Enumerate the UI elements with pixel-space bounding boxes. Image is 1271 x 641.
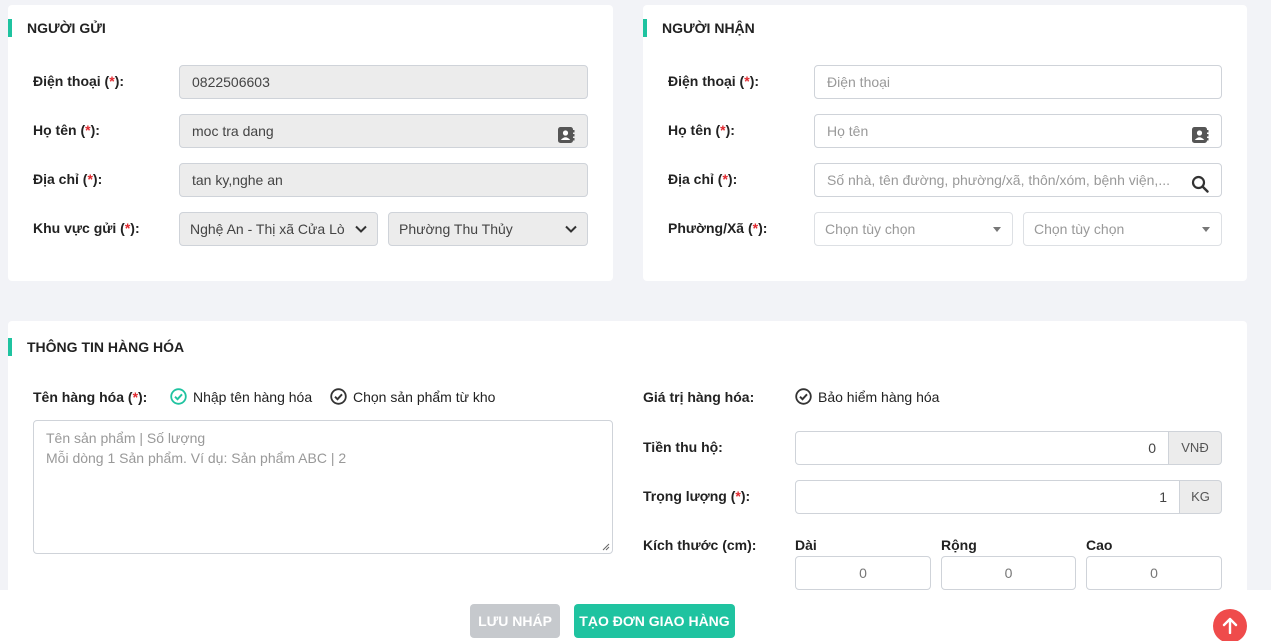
sender-phone-label: Điện thoại (*): — [33, 73, 125, 89]
goods-card: THÔNG TIN HÀNG HÓA Tên hàng hóa (*): Nhậ… — [8, 321, 1247, 611]
receiver-card: NGƯỜI NHẬN Điện thoại (*): Điện thoại Họ… — [643, 5, 1247, 281]
check-circle-icon — [795, 388, 812, 405]
receiver-ward-select[interactable]: Chọn tùy chọn — [1023, 212, 1222, 246]
receiver-district-select[interactable]: Chọn tùy chọn — [814, 212, 1013, 246]
cod-label: Tiền thu hộ: — [643, 439, 723, 455]
create-order-button[interactable]: TẠO ĐƠN GIAO HÀNG — [574, 604, 735, 638]
footer-bar: LƯU NHÁP TẠO ĐƠN GIAO HÀNG — [0, 590, 1271, 641]
receiver-name-label: Họ tên (*): — [668, 122, 735, 138]
option-from-stock[interactable]: Chọn sản phẩm từ kho — [330, 388, 495, 405]
goods-name-label: Tên hàng hóa (*): — [33, 389, 148, 405]
contact-book-icon[interactable] — [557, 123, 575, 147]
sender-phone-input[interactable]: 0822506603 — [179, 65, 588, 99]
sender-address-input[interactable]: tan ky,nghe an — [179, 163, 588, 197]
sender-region-label: Khu vực gửi (*): — [33, 220, 140, 236]
sender-card: NGƯỜI GỬI Điện thoại (*): 0822506603 Họ … — [8, 5, 613, 281]
goods-textarea[interactable]: Tên sản phẩm | Số lượng Mỗi dòng 1 Sản p… — [33, 420, 613, 554]
weight-input[interactable]: 1 — [795, 480, 1180, 514]
size-label: Kích thước (cm): — [643, 537, 757, 553]
option-insurance[interactable]: Bảo hiểm hàng hóa — [795, 388, 939, 405]
receiver-title: NGƯỜI NHẬN — [643, 19, 755, 37]
textarea-placeholder-line2: Mỗi dòng 1 Sản phẩm. Ví dụ: Sản phẩm ABC… — [46, 450, 347, 466]
sender-title: NGƯỜI GỬI — [8, 19, 106, 37]
receiver-name-input[interactable]: Họ tên — [814, 114, 1222, 148]
sender-name-input[interactable]: moc tra dang — [179, 114, 588, 148]
check-circle-icon — [170, 388, 187, 405]
height-label: Cao — [1086, 537, 1113, 553]
chevron-down-icon — [355, 225, 367, 233]
resize-grip-icon[interactable] — [601, 542, 610, 551]
save-draft-button[interactable]: LƯU NHÁP — [470, 604, 560, 638]
contact-book-icon[interactable] — [1191, 123, 1209, 147]
length-input[interactable]: 0 — [795, 556, 931, 590]
search-icon[interactable] — [1191, 172, 1209, 196]
width-input[interactable]: 0 — [941, 556, 1076, 590]
goods-value-label: Giá trị hàng hóa: — [643, 389, 755, 405]
textarea-placeholder-line1: Tên sản phẩm | Số lượng — [46, 430, 206, 446]
scroll-to-top-button[interactable] — [1213, 609, 1247, 641]
weight-unit: KG — [1180, 480, 1222, 514]
caret-down-icon — [993, 227, 1001, 232]
arrow-up-icon — [1222, 617, 1238, 634]
length-label: Dài — [795, 537, 817, 553]
chevron-down-icon — [565, 225, 577, 233]
sender-province-select[interactable]: Nghệ An - Thị xã Cửa Lò — [179, 212, 378, 246]
receiver-address-label: Địa chỉ (*): — [668, 171, 738, 187]
height-input[interactable]: 0 — [1086, 556, 1222, 590]
width-label: Rộng — [941, 537, 977, 553]
receiver-ward-label: Phường/Xã (*): — [668, 220, 768, 236]
cod-unit: VNĐ — [1169, 431, 1222, 465]
option-manual-name[interactable]: Nhập tên hàng hóa — [170, 388, 312, 405]
sender-address-label: Địa chỉ (*): — [33, 171, 103, 187]
receiver-phone-label: Điện thoại (*): — [668, 73, 760, 89]
receiver-address-input[interactable]: Số nhà, tên đường, phường/xã, thôn/xóm, … — [814, 163, 1222, 197]
sender-ward-select[interactable]: Phường Thu Thủy — [388, 212, 588, 246]
check-circle-icon — [330, 388, 347, 405]
goods-title: THÔNG TIN HÀNG HÓA — [8, 338, 184, 356]
weight-label: Trọng lượng (*): — [643, 488, 751, 504]
sender-name-label: Họ tên (*): — [33, 122, 100, 138]
caret-down-icon — [1202, 227, 1210, 232]
receiver-phone-input[interactable]: Điện thoại — [814, 65, 1222, 99]
cod-input[interactable]: 0 — [795, 431, 1169, 465]
